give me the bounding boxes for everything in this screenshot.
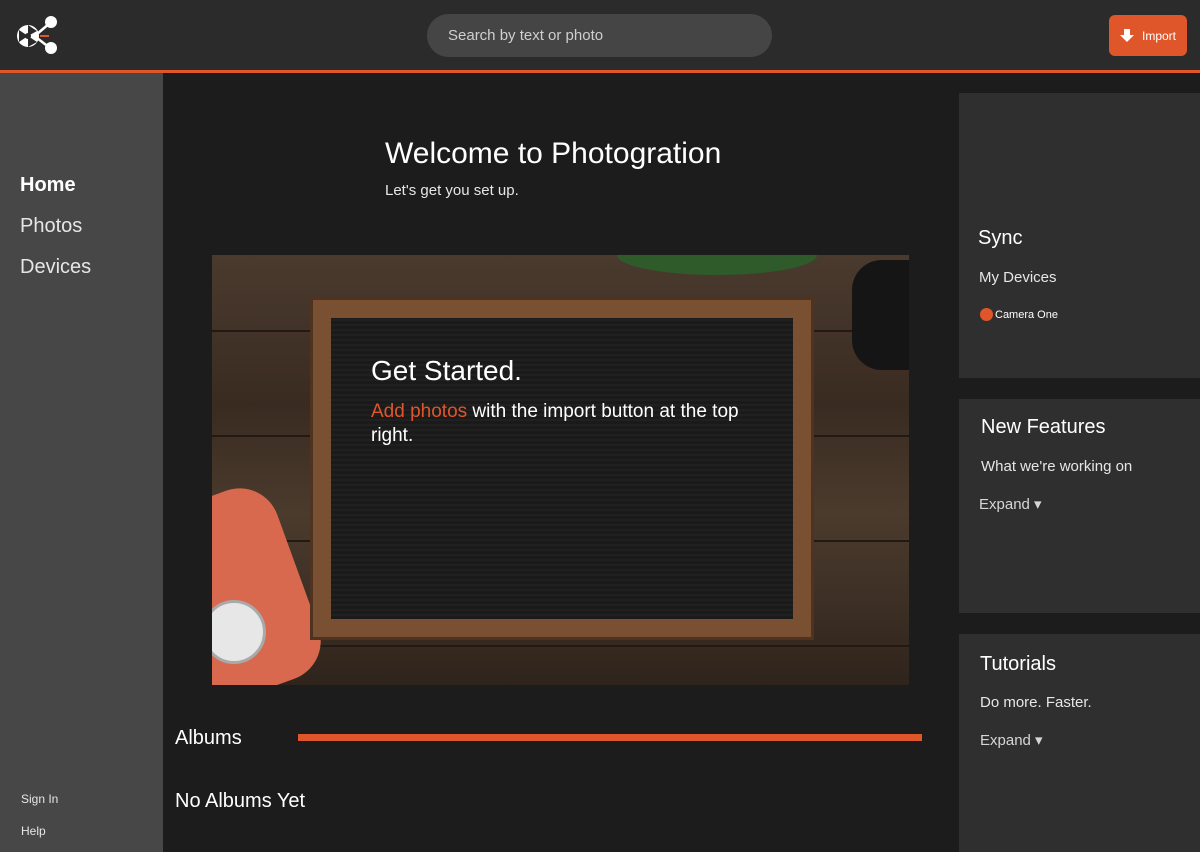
sidebar-item-home[interactable]: Home [20,174,76,197]
help-link[interactable]: Help [21,824,46,838]
tutorials-panel: Tutorials Do more. Faster. Expand ▾ [959,634,1200,852]
device-status-dot [980,308,993,321]
albums-empty-message: No Albums Yet [175,790,306,812]
hero-title: Get Started. [371,355,522,386]
camera-decor [852,260,909,370]
sidebar: Home Photos Devices Sign In Help [0,73,163,852]
device-camera-one[interactable]: Camera One [980,308,1058,321]
new-features-subtitle: What we're working on [981,458,1133,475]
sidebar-item-devices[interactable]: Devices [20,256,91,279]
my-devices-label: My Devices [979,269,1057,286]
page-subtitle: Let's get you set up. [385,182,519,199]
tutorials-expand-button[interactable]: Expand ▾ [980,731,1043,749]
new-features-panel: New Features What we're working on Expan… [959,399,1200,613]
albums-heading: Albums [175,727,242,749]
download-arrow-icon [1119,28,1134,42]
sign-in-link[interactable]: Sign In [21,792,58,806]
header-divider [0,70,1200,73]
sidebar-item-photos[interactable]: Photos [20,215,82,238]
page-title: Welcome to Photogration [385,137,722,170]
hero-text: Add photos with the import button at the… [371,400,771,448]
add-photos-link[interactable]: Add photos [371,401,467,422]
sync-panel: Sync My Devices Camera One [959,93,1200,378]
albums-divider-bar [298,734,922,741]
device-name: Camera One [995,308,1058,321]
letter-board [310,297,814,640]
top-bar: Import [0,0,1200,70]
photogration-logo-icon[interactable] [13,15,61,55]
new-features-expand-button[interactable]: Expand ▾ [979,495,1042,513]
tutorials-subtitle: Do more. Faster. [980,694,1092,711]
search-input[interactable] [427,14,772,57]
get-started-hero-image: Get Started. Add photos with the import … [212,255,909,685]
plant-leaves-decor [617,255,817,275]
sync-title: Sync [978,227,1023,249]
new-features-title: New Features [981,416,1106,438]
import-button[interactable]: Import [1109,15,1187,56]
import-label: Import [1141,28,1176,43]
tutorials-title: Tutorials [980,653,1056,675]
